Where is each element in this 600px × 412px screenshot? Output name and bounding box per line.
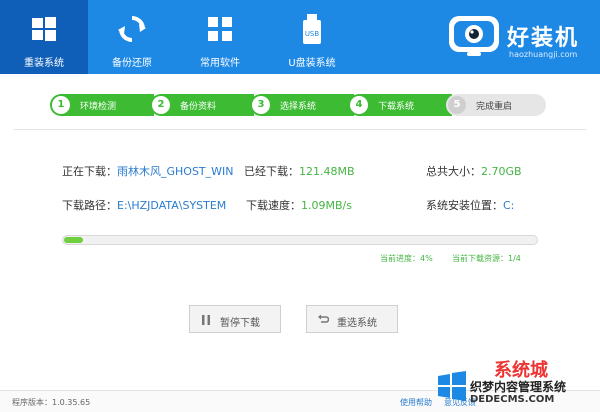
brand-logo: 好装机 haozhuangji.com xyxy=(447,10,592,66)
total-size-label: 总共大小： xyxy=(426,165,481,178)
tab-label: 重装系统 xyxy=(24,58,64,69)
pause-download-label: 暂停下载 xyxy=(220,318,260,329)
program-version: 程序版本：1.0.35.65 xyxy=(12,398,91,407)
step-download-system: 4 下载系统 xyxy=(348,94,452,116)
current-resource-label: 当前下载资源： xyxy=(452,254,508,263)
current-resource: 当前下载资源：1/4 xyxy=(452,253,521,264)
tab-usb-install[interactable]: USB U盘装系统 xyxy=(264,0,360,74)
help-link[interactable]: 使用帮助 xyxy=(400,397,432,408)
step-number: 3 xyxy=(252,96,270,114)
step-progress: 1 环境检测 2 备份资料 3 选择系统 4 下载系统 5 完成重启 xyxy=(50,94,550,116)
downloading-label: 正在下载： xyxy=(62,165,117,178)
tv-logo-icon xyxy=(449,16,499,56)
download-speed-label: 下载速度： xyxy=(246,199,301,212)
downloading-value: 雨林木风_GHOST_WIN xyxy=(117,165,234,178)
download-speed-value: 1.09MB/s xyxy=(301,199,352,212)
apps-grid-icon xyxy=(208,17,232,41)
step-label: 环境检测 xyxy=(80,102,117,112)
tab-backup-restore[interactable]: 备份还原 xyxy=(88,0,176,74)
watermark: 系统城 织梦内容管理系统 DEDECMS.COM xyxy=(436,356,596,412)
download-progress-bar xyxy=(62,235,538,245)
step-number: 1 xyxy=(52,96,70,114)
install-location-info: 系统安装位置：C: xyxy=(426,197,514,213)
reselect-system-button[interactable]: 重选系统 xyxy=(306,305,398,333)
step-complete-restart: 5 完成重启 xyxy=(446,94,546,116)
tab-label: 备份还原 xyxy=(112,58,152,69)
download-path-label: 下载路径： xyxy=(62,199,117,212)
current-progress-value: 4% xyxy=(420,254,433,263)
step-select-system: 3 选择系统 xyxy=(250,94,354,116)
step-label: 下载系统 xyxy=(378,102,415,112)
usb-text: USB xyxy=(305,30,320,38)
install-location-label: 系统安装位置： xyxy=(426,199,503,212)
total-size-value: 2.70GB xyxy=(481,165,522,178)
tab-reinstall-system[interactable]: 重装系统 xyxy=(0,0,88,74)
step-number: 5 xyxy=(448,96,466,114)
current-resource-value: 1/4 xyxy=(508,254,521,263)
downloaded-info: 已经下载：121.48MB xyxy=(244,163,355,179)
brand-url: haozhuangji.com xyxy=(509,50,578,59)
tab-label: U盘装系统 xyxy=(288,58,336,69)
pause-icon xyxy=(202,315,210,325)
current-progress: 当前进度：4% xyxy=(380,253,433,264)
tab-label: 常用软件 xyxy=(200,58,240,69)
install-location-value: C: xyxy=(503,199,515,212)
watermark-line1: 织梦内容管理系统 xyxy=(470,380,567,394)
downloaded-value: 121.48MB xyxy=(299,165,355,178)
download-path-info: 下载路径：E:\HZJDATA\SYSTEM xyxy=(62,197,226,213)
downloading-info: 正在下载：雨林木风_GHOST_WIN xyxy=(62,163,234,179)
step-number: 4 xyxy=(350,96,368,114)
total-size-info: 总共大小：2.70GB xyxy=(426,163,522,179)
refresh-icon xyxy=(118,16,146,42)
step-label: 备份资料 xyxy=(180,102,217,112)
top-header: 重装系统 备份还原 常用软件 USB U盘装系统 好装机 haozhuangji… xyxy=(0,0,600,74)
tab-common-software[interactable]: 常用软件 xyxy=(176,0,264,74)
download-path-value: E:\HZJDATA\SYSTEM xyxy=(117,199,227,212)
windows-icon xyxy=(32,17,56,41)
step-number: 2 xyxy=(152,96,170,114)
download-speed-info: 下载速度：1.09MB/s xyxy=(246,197,352,213)
usb-icon: USB xyxy=(303,14,321,44)
step-environment-check: 1 环境检测 xyxy=(50,94,154,116)
downloaded-label: 已经下载： xyxy=(244,165,299,178)
windows-logo-watermark-icon xyxy=(438,371,466,401)
brand-name: 好装机 xyxy=(507,26,580,51)
undo-arrow-icon xyxy=(318,314,329,323)
section-divider xyxy=(14,129,586,130)
reselect-system-label: 重选系统 xyxy=(337,318,377,329)
step-label: 选择系统 xyxy=(280,102,317,112)
step-backup-data: 2 备份资料 xyxy=(150,94,254,116)
current-progress-label: 当前进度： xyxy=(380,254,420,263)
step-label: 完成重启 xyxy=(476,102,513,112)
progress-fill xyxy=(64,237,83,243)
pause-download-button[interactable]: 暂停下载 xyxy=(189,305,281,333)
watermark-line2: DEDECMS.COM xyxy=(470,394,555,405)
